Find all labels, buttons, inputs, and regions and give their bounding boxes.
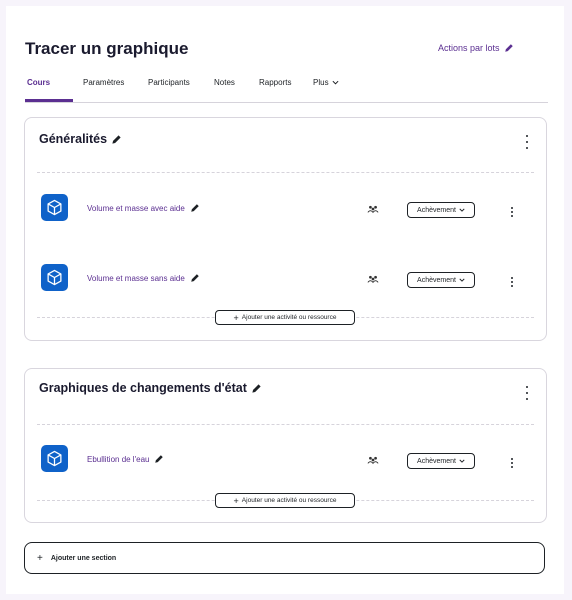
activity-menu-icon[interactable] <box>507 277 517 287</box>
add-section-button[interactable]: + Ajouter une section <box>24 542 545 574</box>
activity-icon <box>41 445 68 472</box>
plus-icon: + <box>233 495 239 506</box>
activity-name: Volume et masse avec aide <box>87 203 185 213</box>
completion-label: Achèvement <box>417 276 456 284</box>
tab-settings[interactable]: Paramètres <box>83 78 124 87</box>
pencil-icon[interactable] <box>190 203 200 213</box>
plus-icon: + <box>37 552 43 564</box>
pencil-icon <box>504 44 513 52</box>
tab-more-label: Plus <box>313 78 329 87</box>
group-mode-icon[interactable] <box>367 274 379 284</box>
bulk-actions-link[interactable]: Actions par lots <box>438 43 514 53</box>
chevron-down-icon <box>332 80 339 85</box>
chevron-down-icon <box>459 208 465 212</box>
activity-icon <box>41 194 68 221</box>
group-mode-icon[interactable] <box>367 455 379 465</box>
section-menu-icon[interactable] <box>522 135 532 149</box>
section-title[interactable]: Graphiques de changements d'état <box>39 381 262 395</box>
divider <box>37 424 534 425</box>
add-activity-button[interactable]: + Ajouter une activité ou ressource <box>215 310 355 325</box>
completion-label: Achèvement <box>417 206 456 214</box>
active-tab-indicator <box>25 99 73 102</box>
activity-link[interactable]: Ebullition de l'eau <box>87 454 164 464</box>
pencil-icon[interactable] <box>251 383 262 394</box>
activity-name: Ebullition de l'eau <box>87 454 150 464</box>
cube-icon <box>47 450 62 467</box>
activity-link[interactable]: Volume et masse sans aide <box>87 273 200 283</box>
chevron-down-icon <box>459 278 465 282</box>
activity-menu-icon[interactable] <box>507 458 517 468</box>
section-title-text: Généralités <box>39 132 108 146</box>
activity-icon <box>41 264 68 291</box>
add-activity-button[interactable]: + Ajouter une activité ou ressource <box>215 493 355 508</box>
section-menu-icon[interactable] <box>522 386 532 400</box>
chevron-down-icon <box>459 459 465 463</box>
pencil-icon[interactable] <box>111 134 122 145</box>
course-section: Généralités Volume et masse avec aide Ac… <box>24 117 547 341</box>
pencil-icon[interactable] <box>154 454 164 464</box>
course-section: Graphiques de changements d'état Ebullit… <box>24 368 547 523</box>
page-title: Tracer un graphique <box>25 39 189 58</box>
activity-name: Volume et masse sans aide <box>87 273 185 283</box>
divider <box>37 172 534 173</box>
completion-dropdown[interactable]: Achèvement <box>407 202 475 218</box>
completion-dropdown[interactable]: Achèvement <box>407 272 475 288</box>
add-activity-label: Ajouter une activité ou ressource <box>241 314 337 321</box>
tab-reports[interactable]: Rapports <box>259 78 291 87</box>
completion-dropdown[interactable]: Achèvement <box>407 453 475 469</box>
add-activity-label: Ajouter une activité ou ressource <box>241 497 337 504</box>
course-page: Tracer un graphique Actions par lots Cou… <box>6 6 564 594</box>
group-mode-icon[interactable] <box>367 204 379 214</box>
plus-icon: + <box>233 312 239 323</box>
section-title[interactable]: Généralités <box>39 132 122 146</box>
activity-link[interactable]: Volume et masse avec aide <box>87 203 200 213</box>
section-title-text: Graphiques de changements d'état <box>39 381 247 395</box>
completion-label: Achèvement <box>417 457 456 465</box>
add-section-label: Ajouter une section <box>50 554 117 562</box>
tab-participants[interactable]: Participants <box>148 78 190 87</box>
pencil-icon[interactable] <box>190 273 200 283</box>
course-nav-tabs: Cours Paramètres Participants Notes Rapp… <box>25 68 548 103</box>
tab-more[interactable]: Plus <box>313 78 339 87</box>
tab-grades[interactable]: Notes <box>214 78 235 87</box>
cube-icon <box>47 269 62 286</box>
bulk-actions-label: Actions par lots <box>438 43 500 53</box>
tab-course[interactable]: Cours <box>27 78 50 87</box>
cube-icon <box>47 199 62 216</box>
activity-menu-icon[interactable] <box>507 207 517 217</box>
